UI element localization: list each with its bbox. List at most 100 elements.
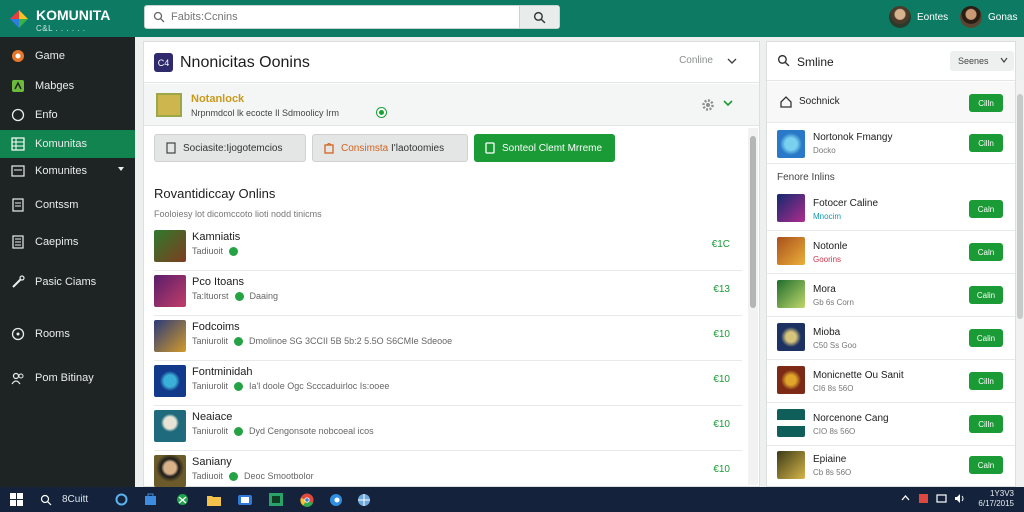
list-item[interactable]: Fodcoims Taniurolit Dmolinoe SG 3CCII 5B … (154, 316, 742, 361)
join-button[interactable]: Calin (969, 329, 1003, 347)
online-status-icon (234, 426, 244, 436)
list-item[interactable]: Fontminidah Taniurolit Ia'l doole Ogc Scc… (154, 361, 742, 406)
sidebar-item-enfo[interactable]: Enfo (0, 101, 135, 129)
list-item[interactable]: Kamniatis Tadiuoit €1C (154, 226, 742, 271)
join-button[interactable]: Cilln (969, 94, 1003, 112)
join-button[interactable]: Calin (969, 286, 1003, 304)
sidebar-item-rooms[interactable]: Rooms (0, 320, 135, 348)
search-input[interactable] (171, 10, 511, 24)
list-item[interactable]: Epiaine Cb 8s 56O Caln (767, 446, 1015, 486)
sidebar-item-pom-bitinay[interactable]: Pom Bitinay (0, 364, 135, 392)
controller-icon (10, 48, 26, 64)
filter-select[interactable]: Seenes (950, 51, 1014, 71)
item-name: Fotocer Caline (813, 198, 879, 209)
sidebar-item-komunites[interactable]: Komunites (0, 157, 135, 185)
game-thumbnail (777, 451, 805, 479)
join-button[interactable]: Caln (969, 456, 1003, 474)
join-button[interactable]: Cilln (969, 415, 1003, 433)
sidebar-item-pasic-ciams[interactable]: Pasic Ciams (0, 268, 135, 296)
avatar (960, 6, 982, 28)
chevron-up-icon[interactable] (900, 493, 911, 504)
list-item[interactable]: Sochnick Cilln (767, 82, 1015, 123)
online-panel-scrollbar[interactable] (1016, 80, 1024, 485)
game-thumbnail (777, 323, 805, 351)
chevron-down-icon[interactable] (723, 99, 733, 107)
game-name: Fontminidah (192, 366, 253, 378)
join-button[interactable]: Caln (969, 200, 1003, 218)
chrome-icon[interactable] (298, 491, 315, 508)
list-item[interactable]: Norcenone Cang CIO 8s 56O Cilln (767, 403, 1015, 446)
chevron-down-icon[interactable] (117, 165, 125, 173)
avatar (889, 6, 911, 28)
list-item[interactable]: Pco Itoans Ta:ltuorst Daaing €13 (154, 271, 742, 316)
system-clock[interactable]: 1Y3V3 6/17/2015 (978, 489, 1014, 509)
sidebar-item-komunitas[interactable]: Komunitas (0, 130, 135, 158)
list-item[interactable]: Mioba C50 Ss Goo Calin (767, 317, 1015, 360)
volume-icon[interactable] (954, 493, 965, 504)
list-item[interactable]: Nortonok Fmangy Docko Cilln (767, 124, 1015, 164)
sidebar-item-label: Mabges (35, 80, 75, 92)
list-item[interactable]: Monicnette Ou Sanit CI6 8s 56O Cilln (767, 360, 1015, 403)
list-item[interactable]: Fotocer Caline Mnocim Caln (767, 188, 1015, 231)
edge-icon[interactable] (327, 491, 344, 508)
user-name: Gonas (988, 11, 1018, 23)
item-name: Sochnick (799, 96, 840, 107)
network-icon[interactable] (936, 493, 947, 504)
chevron-down-icon[interactable] (727, 57, 737, 65)
folder-icon[interactable] (205, 491, 222, 508)
sidebar-item-mabges[interactable]: Mabges (0, 72, 135, 100)
document-icon (485, 142, 495, 154)
scrollbar-thumb[interactable] (750, 136, 756, 308)
community-logo: C4 (154, 53, 173, 72)
item-sub: Docko (813, 146, 836, 155)
app-logo[interactable]: KOMUNITA C&L . . . . . . (8, 4, 136, 34)
button-label-highlight: Consimsta (341, 142, 389, 154)
list-item[interactable]: Notonle Goorins Caln (767, 231, 1015, 274)
scrollbar-thumb[interactable] (1017, 94, 1023, 319)
sidebar-item-caepims[interactable]: Caepims (0, 228, 135, 256)
join-button[interactable]: Caln (969, 243, 1003, 261)
join-button[interactable]: Cilln (969, 134, 1003, 152)
site-button[interactable]: Sociasite:Ijogotemcios (154, 134, 306, 162)
list-item[interactable]: Neaiace Taniurolit Dyd Cengonsote nobcoea… (154, 406, 742, 451)
join-button[interactable]: Cilln (969, 372, 1003, 390)
game-name: Pco Itoans (192, 276, 244, 288)
online-panel: Smline Seenes Sochnick Cilln Nortonok Fm… (766, 41, 1016, 487)
user-profile-1[interactable]: Eontes (889, 5, 948, 29)
game-price: €13 (713, 284, 730, 295)
consimsta-button[interactable]: Consimsta I'laotoomies (312, 134, 468, 162)
game-tag: Ta:ltuorst (192, 291, 229, 301)
group-description: Nrpnmdcol lk ecocte Il Sdmoolicy Irm (191, 108, 340, 118)
game-tag: Tadiuoit (192, 246, 224, 256)
game-tag: Taniurolit (192, 336, 229, 346)
circle-icon (10, 326, 26, 342)
cortana-icon[interactable] (113, 491, 130, 508)
list-item[interactable]: Mora Gb 6s Corn Calin (767, 274, 1015, 317)
photos-icon[interactable] (267, 491, 284, 508)
group-name: Notanlock (191, 93, 245, 105)
item-name: Notonle (813, 241, 848, 252)
search-icon (153, 11, 165, 23)
taskbar-search[interactable]: 8Cuitt (40, 491, 88, 508)
mail-icon[interactable] (236, 491, 253, 508)
sidebar-item-label: Pasic Ciams (35, 276, 97, 288)
primary-action-button[interactable]: Sonteol Clemt Mrreme (474, 134, 615, 162)
user-name: Eontes (917, 11, 949, 23)
gear-icon[interactable] (701, 98, 715, 112)
windows-icon[interactable] (8, 491, 25, 508)
alert-icon[interactable] (918, 493, 929, 504)
search-icon[interactable] (777, 54, 790, 67)
grid-icon (10, 136, 26, 152)
community-group-row[interactable]: Notanlock Nrpnmdcol lk ecocte Il Sdmooli… (144, 84, 759, 126)
store-icon[interactable] (142, 491, 159, 508)
game-thumbnail (154, 230, 186, 262)
search-icon (533, 11, 546, 23)
sidebar-item-game[interactable]: Game (0, 42, 135, 70)
xbox-icon[interactable] (174, 491, 191, 508)
globe-icon[interactable] (355, 491, 372, 508)
status-dropdown[interactable]: Conline (679, 55, 713, 66)
main-scrollbar[interactable] (748, 128, 758, 485)
search-button[interactable] (519, 6, 559, 28)
user-profile-2[interactable]: Gonas (960, 5, 1017, 29)
sidebar-item-contssm[interactable]: Contssm (0, 191, 135, 219)
